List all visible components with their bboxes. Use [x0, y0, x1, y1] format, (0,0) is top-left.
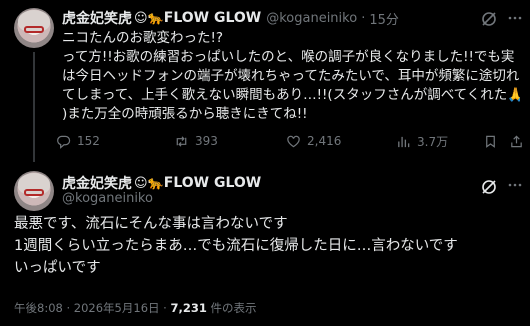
tweet-text-line: 1週間くらい立ったらまあ…でも流石に復帰した日に…言わないです [14, 238, 458, 254]
tweet-text-line: )また万全の時頑張るから聴きにきてね!! [62, 106, 308, 122]
bookmark-icon [486, 135, 495, 148]
more-icon[interactable] [507, 10, 523, 28]
like-count: 2,416 [307, 134, 342, 148]
grok-icon[interactable] [480, 178, 498, 196]
grok-icon[interactable] [480, 10, 498, 28]
repost-button[interactable]: 393 [174, 131, 218, 151]
avatar[interactable] [14, 171, 54, 211]
tweet-text-line: って方!!お歌の練習おっぱいしたのと、喉の調子が良くなりました!!でも実 [62, 49, 515, 65]
display-name[interactable]: 虎金妃笑虎 [62, 8, 132, 28]
share-button[interactable] [509, 131, 530, 151]
separator-dot: · [361, 10, 366, 26]
tweet-text-line: は今日ヘッドフォンの端子が壊れちゃってたみたいで、耳中が頻繁に途切れ [62, 68, 520, 84]
avatar-glasses [24, 26, 44, 33]
view-count-suffix: 件の表示 [206, 301, 257, 315]
thread-connector-line [33, 52, 35, 162]
views-icon [398, 136, 410, 147]
tweet-parent[interactable]: 虎金妃笑虎 ☺🐆 FLOW GLOW @koganeiniko · 15分 ニコ… [0, 0, 530, 165]
reply-button[interactable]: 152 [56, 131, 100, 151]
view-count: 7,231 [170, 301, 207, 315]
views-button[interactable]: 3.7万 [396, 131, 448, 151]
display-name[interactable]: 虎金妃笑虎 [62, 173, 132, 193]
display-name-emoji: ☺🐆 [134, 10, 164, 26]
reply-count: 152 [77, 134, 100, 148]
tweet-text: 最悪です、流石にそんな事は言わないです 1週間くらい立ったらまあ…でも流石に復帰… [14, 213, 519, 279]
repost-icon [176, 135, 187, 147]
tweet-text-line: てしまって、上手く歌えない瞬間もあり…!!(スタッフさんが調べてくれた🙏 [62, 87, 520, 103]
handle[interactable]: @koganeiniko [62, 191, 153, 206]
heart-icon [287, 135, 300, 147]
posted-at[interactable]: 午後8:08 · 2026年5月16日 · [14, 301, 170, 315]
timestamp[interactable]: 15分 [369, 9, 399, 28]
display-name-badge[interactable]: FLOW GLOW [164, 175, 261, 191]
like-button[interactable]: 2,416 [286, 131, 341, 151]
tweet-header: 虎金妃笑虎 ☺🐆 FLOW GLOW @koganeiniko · 15分 [62, 8, 399, 28]
avatar-glasses [24, 189, 44, 196]
share-icon [511, 134, 522, 147]
avatar[interactable] [14, 8, 54, 48]
display-name-emoji: ☺🐆 [134, 175, 164, 191]
view-count: 3.7万 [417, 134, 449, 149]
tweet-header: 虎金妃笑虎 ☺🐆 FLOW GLOW [62, 173, 261, 193]
tweet-meta: 午後8:08 · 2026年5月16日 · 7,231 件の表示 [14, 300, 257, 316]
tweet-focused: 虎金妃笑虎 ☺🐆 FLOW GLOW @koganeiniko 最悪です、流石に… [0, 165, 530, 326]
tweet-text: ニコたんのお歌変わった!? って方!!お歌の練習おっぱいしたのと、喉の調子が良く… [62, 29, 520, 124]
repost-count: 393 [195, 134, 218, 148]
reply-icon [57, 135, 71, 149]
tweet-text-line: 最悪です、流石にそんな事は言わないです [14, 216, 288, 232]
bookmark-button[interactable] [483, 131, 504, 151]
action-bar: 152 393 2,416 3.7万 [56, 131, 522, 151]
tweet-text-line: いっぱいです [14, 260, 101, 276]
handle[interactable]: @koganeiniko [266, 11, 357, 26]
display-name-badge[interactable]: FLOW GLOW [164, 10, 261, 26]
more-icon[interactable] [507, 177, 523, 195]
tweet-text-line: ニコたんのお歌変わった!? [62, 30, 224, 46]
